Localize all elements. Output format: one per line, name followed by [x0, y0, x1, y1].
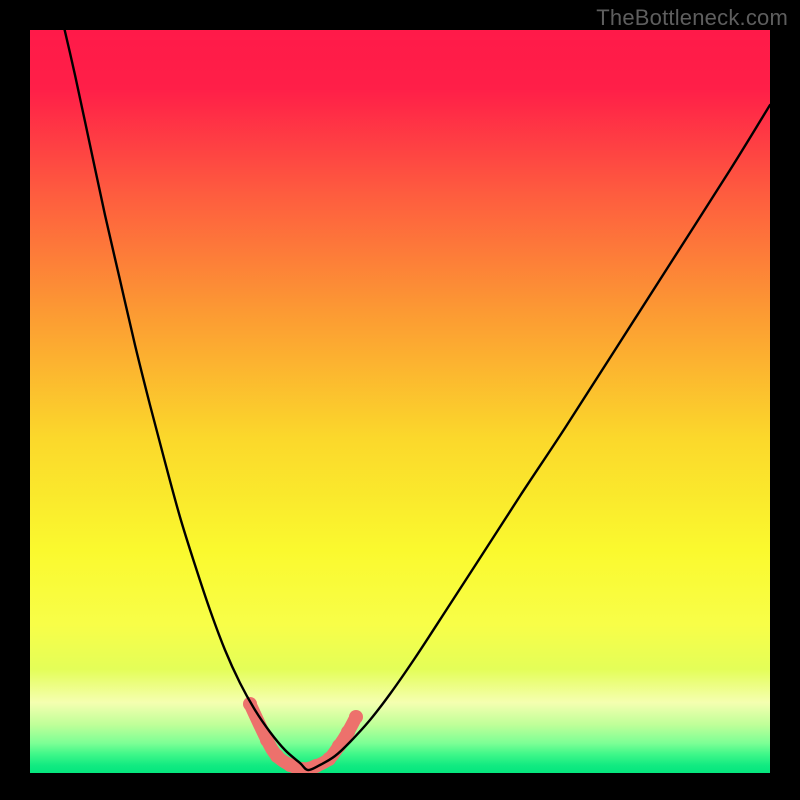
- marker-dot: [349, 710, 363, 724]
- chart-frame: TheBottleneck.com: [0, 0, 800, 800]
- gradient-background: [30, 30, 770, 773]
- chart-svg: [30, 30, 770, 773]
- marker-dot: [341, 725, 355, 739]
- marker-dot: [332, 739, 346, 753]
- watermark-text: TheBottleneck.com: [596, 5, 788, 31]
- marker-dot: [270, 749, 284, 763]
- plot-area: [30, 30, 770, 773]
